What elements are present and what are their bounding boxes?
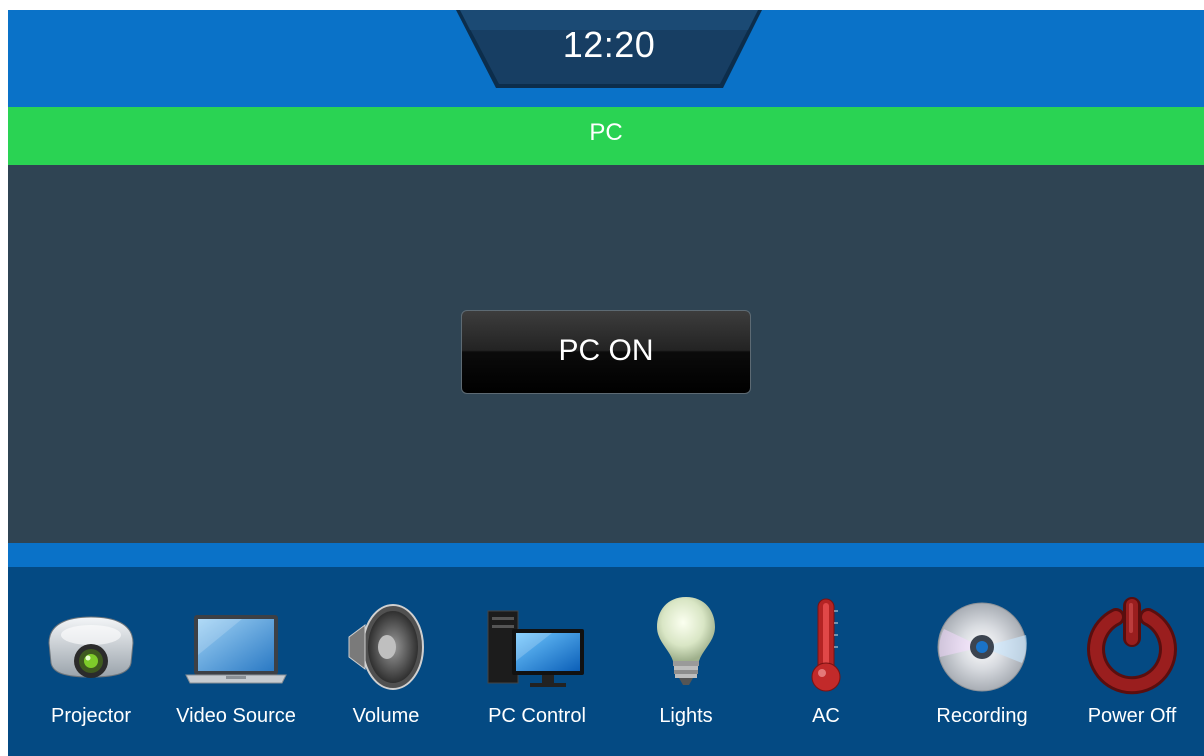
nav-item-pc-control[interactable]: PC Control: [462, 567, 612, 756]
header-bar: 12:20: [8, 10, 1204, 107]
nav-label-video-source: Video Source: [176, 705, 296, 727]
nav-label-volume: Volume: [352, 705, 420, 727]
disc-icon: [937, 602, 1027, 692]
nav-label-pc-control: PC Control: [488, 705, 586, 727]
power-icon: [1087, 597, 1177, 695]
clock-time: 12:20: [562, 24, 656, 65]
pc-on-button[interactable]: PC ON: [461, 310, 751, 394]
nav-item-video-source[interactable]: Video Source: [158, 567, 314, 756]
nav-label-recording: Recording: [936, 705, 1028, 727]
nav-label-power-off: Power Off: [1087, 705, 1177, 727]
nav-bar: Projector Video Source Volume PC Control…: [8, 567, 1204, 756]
light-bulb-icon: [657, 597, 715, 685]
desktop-computer-icon: [487, 610, 584, 687]
thermometer-icon: [811, 598, 841, 692]
nav-label-ac: AC: [812, 705, 840, 727]
laptop-icon: [185, 615, 287, 684]
nav-item-ac[interactable]: AC: [766, 567, 886, 756]
current-source-label: PC: [589, 119, 623, 146]
divider-bar: [8, 543, 1204, 567]
speaker-icon: [348, 604, 424, 690]
projector-icon: [48, 616, 134, 678]
nav-item-power-off[interactable]: Power Off: [1070, 567, 1194, 756]
nav-label-projector: Projector: [50, 705, 132, 727]
nav-item-projector[interactable]: Projector: [26, 567, 156, 756]
nav-label-lights: Lights: [659, 705, 713, 727]
nav-item-lights[interactable]: Lights: [626, 567, 746, 756]
nav-item-recording[interactable]: Recording: [920, 567, 1044, 756]
control-panel: 12:20 PC PC ON Projector Video Source Vo…: [8, 10, 1204, 756]
source-bar: PC: [8, 107, 1204, 165]
nav-item-volume[interactable]: Volume: [326, 567, 446, 756]
